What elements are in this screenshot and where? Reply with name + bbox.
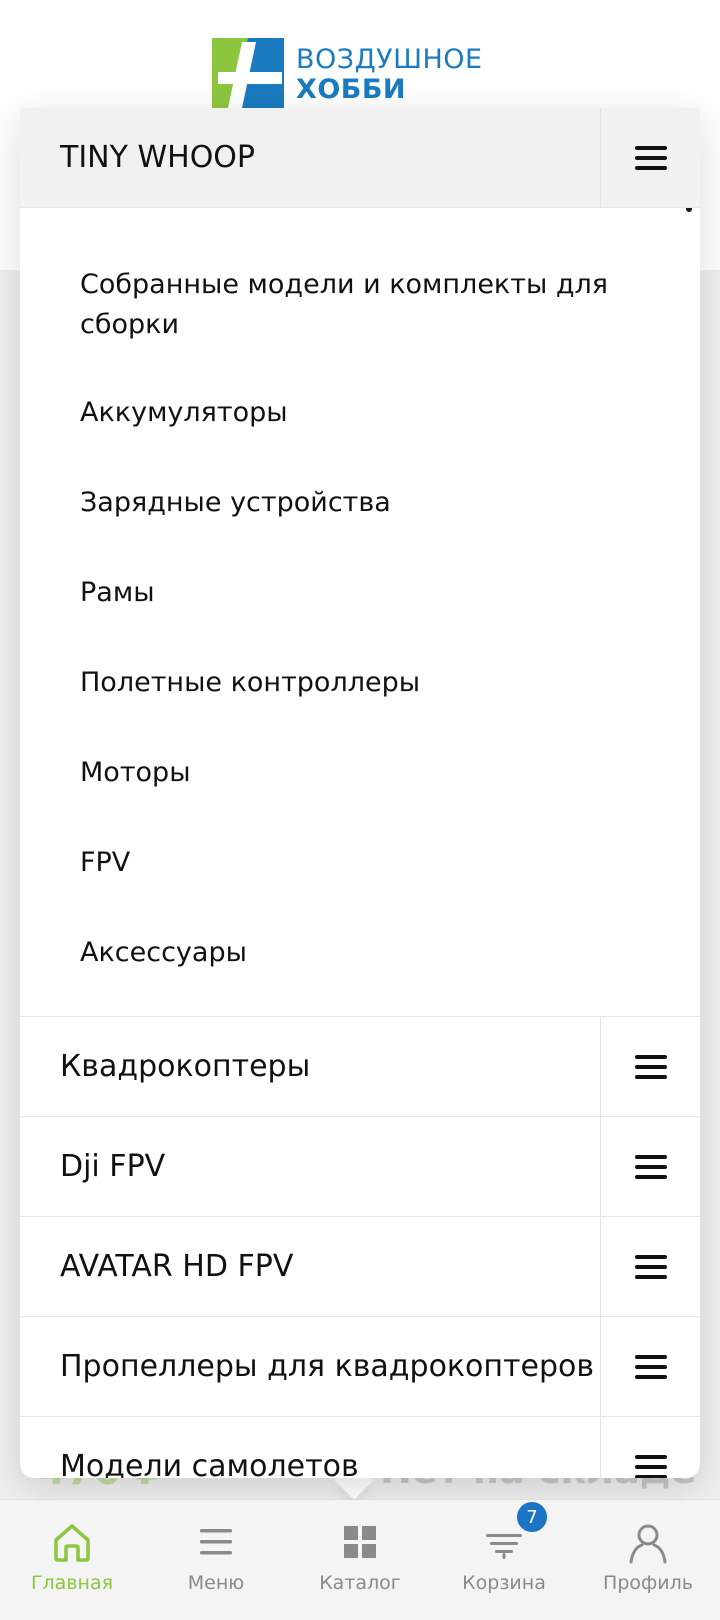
subcategory-item[interactable]: Рамы <box>20 548 700 638</box>
catalog-grid-icon <box>344 1526 376 1558</box>
category-row-avatar-hd-fpv[interactable]: AVATAR HD FPV <box>20 1217 700 1317</box>
category-toggle[interactable] <box>600 108 700 207</box>
profile-icon <box>629 1524 667 1564</box>
category-toggle[interactable] <box>600 1117 700 1216</box>
category-label[interactable]: Пропеллеры для квадрокоптеров <box>20 1349 600 1384</box>
category-label[interactable]: Модели самолетов <box>20 1449 600 1478</box>
tab-catalog[interactable]: Каталог <box>288 1500 432 1620</box>
tab-cart[interactable]: 7 Корзина <box>432 1500 576 1620</box>
category-label[interactable]: TINY WHOOP <box>20 140 600 175</box>
bottom-tab-bar: Главная Меню Каталог 7 Корзина Профиль <box>0 1500 720 1620</box>
hamburger-icon <box>634 1254 667 1279</box>
tab-label: Каталог <box>319 1572 401 1594</box>
category-label[interactable]: Dji FPV <box>20 1149 600 1184</box>
hamburger-icon <box>634 1154 667 1179</box>
subcategory-item[interactable]: Аккумуляторы <box>20 368 700 458</box>
subcategory-item[interactable]: FPV <box>20 818 700 908</box>
category-toggle[interactable] <box>600 1317 700 1416</box>
menu-icon <box>200 1529 232 1555</box>
home-icon <box>54 1524 90 1562</box>
cart-count-badge: 7 <box>515 1500 549 1534</box>
logo-mark-icon <box>212 38 284 110</box>
tab-profile[interactable]: Профиль <box>576 1500 720 1620</box>
tab-label: Меню <box>187 1572 245 1594</box>
subcategory-item[interactable]: Зарядные устройства <box>20 458 700 548</box>
subcategory-list: Собранные модели и комплекты для сборки … <box>20 208 700 1017</box>
category-row-quadcopters[interactable]: Квадрокоптеры <box>20 1017 700 1117</box>
hamburger-icon <box>634 1054 667 1079</box>
tab-menu[interactable]: Меню <box>144 1500 288 1620</box>
logo-text-bottom: ХОББИ <box>296 74 407 105</box>
tab-label: Главная <box>30 1572 114 1594</box>
hamburger-icon <box>634 1454 667 1478</box>
tab-label: Профиль <box>603 1572 693 1594</box>
hamburger-icon <box>634 1354 667 1379</box>
subcategory-item[interactable]: Полетные контроллеры <box>20 638 700 728</box>
subcategory-item[interactable]: Аксессуары <box>20 908 700 998</box>
subcategory-item[interactable]: Собранные модели и комплекты для сборки <box>20 242 700 368</box>
tab-label: Корзина <box>462 1572 546 1594</box>
category-toggle[interactable] <box>600 1217 700 1316</box>
category-row-tiny-whoop[interactable]: TINY WHOOP <box>20 108 700 208</box>
category-toggle[interactable] <box>600 1417 700 1478</box>
hamburger-icon <box>634 145 667 170</box>
category-label[interactable]: Квадрокоптеры <box>20 1049 600 1084</box>
subcategory-item[interactable]: Моторы <box>20 728 700 818</box>
category-label[interactable]: AVATAR HD FPV <box>20 1249 600 1284</box>
site-logo[interactable]: ВОЗДУШНОЕ ХОББИ <box>212 38 512 110</box>
category-row-airplane-models[interactable]: Модели самолетов <box>20 1417 700 1478</box>
category-row-dji-fpv[interactable]: Dji FPV <box>20 1117 700 1217</box>
logo-text-top: ВОЗДУШНОЕ <box>296 44 483 75</box>
tab-home[interactable]: Главная <box>0 1500 144 1620</box>
catalog-dropdown: TINY WHOOP Собранные модели и комплекты … <box>20 108 700 1478</box>
category-row-propellers[interactable]: Пропеллеры для квадрокоптеров <box>20 1317 700 1417</box>
category-toggle[interactable] <box>600 1017 700 1116</box>
